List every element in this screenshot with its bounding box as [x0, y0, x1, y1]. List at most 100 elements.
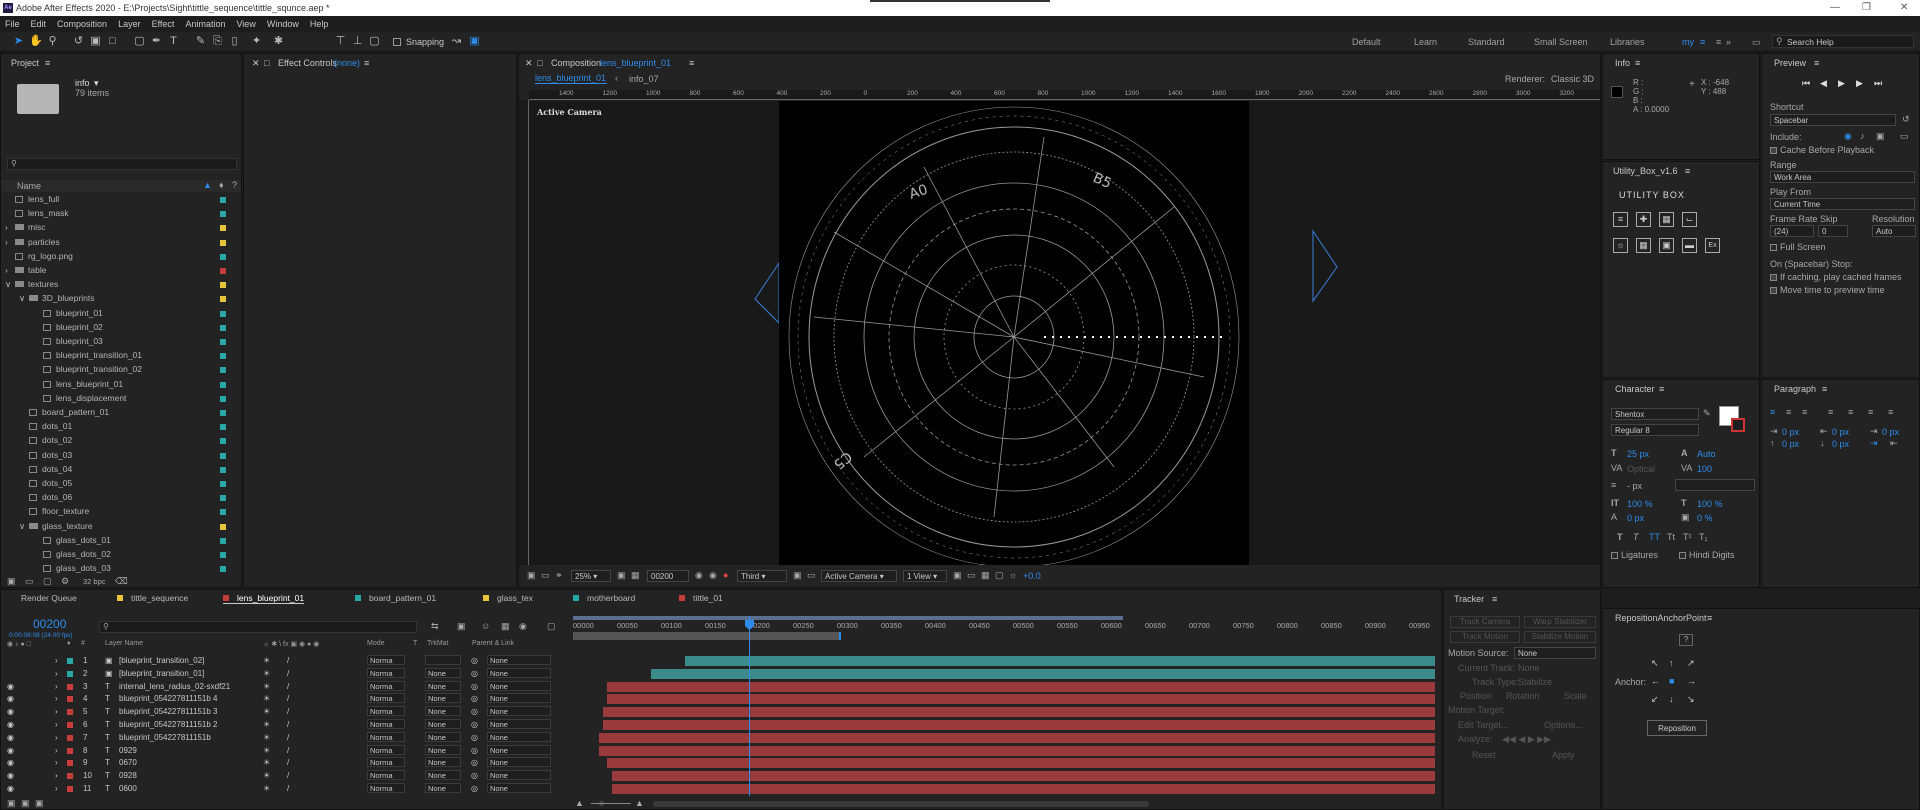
- hand-tool-icon[interactable]: ✋: [29, 35, 43, 48]
- eye-icon[interactable]: ◉: [7, 682, 14, 691]
- project-item[interactable]: dots_02: [1, 434, 241, 448]
- layer-row[interactable]: ◉ › 8 T 0929 ☀ / Norma None ◎ None: [1, 744, 561, 757]
- eye-icon[interactable]: ◉: [7, 758, 14, 767]
- mode-dropdown[interactable]: Norma: [367, 680, 405, 691]
- brush-tool-icon[interactable]: ✎: [194, 35, 207, 48]
- workspace-libraries[interactable]: Libraries: [1610, 37, 1645, 47]
- effect-controls-close-icon[interactable]: ✕: [252, 58, 260, 69]
- timeline-tab[interactable]: motherboard: [573, 593, 635, 603]
- space-after-value[interactable]: 0 px: [1832, 439, 1849, 449]
- include-video-icon[interactable]: ◉: [1844, 131, 1852, 142]
- menu-view[interactable]: View: [231, 16, 261, 29]
- small-caps-icon[interactable]: Tt: [1667, 532, 1675, 542]
- motion-blur-tl-icon[interactable]: ◉: [519, 621, 527, 632]
- display-icon[interactable]: ▭: [541, 570, 550, 581]
- parent-pickwhip-icon[interactable]: ◎: [471, 758, 478, 767]
- trkmat-dropdown[interactable]: None: [425, 744, 461, 755]
- mode-dropdown[interactable]: Norma: [367, 744, 405, 755]
- layer-duration-bar[interactable]: [607, 681, 1435, 692]
- selection-tool-icon[interactable]: ➤: [12, 35, 25, 48]
- reposition-button[interactable]: Reposition: [1647, 720, 1707, 736]
- timeline-tab[interactable]: lens_blueprint_01: [223, 593, 305, 604]
- hindi-checkbox[interactable]: Hindi Digits: [1679, 550, 1735, 560]
- anchor-nw-icon[interactable]: ↖: [1651, 658, 1659, 669]
- indent-right-value[interactable]: 0 px: [1832, 427, 1849, 437]
- analyze-controls-icons[interactable]: ◀◀ ◀ ▶ ▶▶: [1502, 734, 1551, 745]
- preview-menu-icon[interactable]: ≡: [1814, 58, 1819, 68]
- text-layer-icon[interactable]: T: [105, 758, 110, 767]
- menu-animation[interactable]: Animation: [180, 16, 231, 29]
- project-item[interactable]: blueprint_transition_02: [1, 363, 241, 377]
- parent-pickwhip-icon[interactable]: ◎: [471, 682, 478, 691]
- axis-local-icon[interactable]: ⊤: [334, 35, 347, 48]
- warp-stabilizer-button[interactable]: Warp Stabilizer: [1524, 616, 1596, 628]
- parent-pickwhip-icon[interactable]: ◎: [471, 771, 478, 780]
- axis-view-icon[interactable]: ▢: [368, 35, 381, 48]
- baseline-value[interactable]: 0 px: [1627, 513, 1644, 523]
- timeline-scrollbar[interactable]: [653, 801, 1149, 807]
- trkmat-dropdown[interactable]: None: [425, 706, 461, 717]
- menu-window[interactable]: Window: [262, 16, 305, 29]
- label-color-swatch[interactable]: [220, 523, 226, 530]
- project-search-field[interactable]: ⚲: [7, 158, 237, 170]
- align-icon[interactable]: ≡: [1613, 212, 1628, 227]
- expand-layer-icon[interactable]: ›: [55, 758, 58, 767]
- vscale-value[interactable]: 100 %: [1627, 499, 1653, 509]
- layer-duration-bar[interactable]: [611, 784, 1435, 794]
- project-item[interactable]: board_pattern_01: [1, 406, 241, 420]
- tsume-value[interactable]: 0 %: [1697, 513, 1713, 523]
- last-frame-icon[interactable]: ⏭: [1874, 78, 1882, 89]
- parent-dropdown[interactable]: None: [487, 731, 551, 742]
- footage-layer-icon[interactable]: ▣: [105, 656, 113, 665]
- shy-switch-icon[interactable]: ☀: [263, 771, 270, 780]
- anchor-sw-icon[interactable]: ↙: [1651, 694, 1659, 705]
- view-dropdown[interactable]: Active Camera ▾: [821, 570, 897, 582]
- quality-switch-icon[interactable]: /: [287, 682, 289, 691]
- minimize-icon[interactable]: —: [1830, 2, 1840, 13]
- effect-controls-target[interactable]: (none): [334, 58, 360, 68]
- eye-icon[interactable]: ◉: [7, 771, 14, 780]
- project-item[interactable]: lens_displacement: [1, 392, 241, 406]
- justify-all-icon[interactable]: ≡: [1888, 407, 1893, 417]
- subtab-arrow-icon[interactable]: ‹: [615, 73, 618, 83]
- anchor-icon[interactable]: ✚: [1636, 212, 1651, 227]
- graph-editor-icon[interactable]: ▢: [547, 621, 556, 632]
- paragraph-tab[interactable]: Paragraph: [1774, 384, 1816, 394]
- font-size-value[interactable]: 25 px: [1627, 449, 1649, 459]
- label-color-swatch[interactable]: [220, 509, 226, 516]
- sort-icon[interactable]: ▲: [203, 180, 212, 190]
- reposition-help-button[interactable]: ?: [1679, 634, 1693, 646]
- expand-layer-icon[interactable]: ›: [55, 733, 58, 742]
- parent-pickwhip-icon[interactable]: ◎: [471, 746, 478, 755]
- project-item[interactable]: › table: [1, 264, 241, 278]
- text-layer-icon[interactable]: T: [105, 746, 110, 755]
- parent-dropdown[interactable]: None: [487, 655, 551, 665]
- shy-switch-icon[interactable]: ☀: [263, 669, 270, 678]
- label-color-swatch[interactable]: [220, 268, 226, 274]
- label-color-swatch[interactable]: [220, 537, 226, 544]
- move-time-checkbox[interactable]: Move time to preview time: [1770, 285, 1885, 295]
- parent-dropdown[interactable]: None: [487, 783, 551, 793]
- comp-menu-icon[interactable]: ≡: [689, 58, 694, 68]
- font-style-dropdown[interactable]: Regular 8: [1611, 424, 1699, 436]
- leading-value[interactable]: Auto: [1697, 449, 1716, 459]
- hscale-value[interactable]: 100 %: [1697, 499, 1723, 509]
- comp-name[interactable]: lens_blueprint_01: [600, 58, 671, 68]
- menu-layer[interactable]: Layer: [113, 16, 147, 29]
- anchor-w-icon[interactable]: ←: [1651, 676, 1660, 686]
- shortcut-dropdown[interactable]: Spacebar: [1770, 114, 1896, 126]
- anchor-center-icon[interactable]: ■: [1669, 676, 1674, 686]
- axis-world-icon[interactable]: ⊥: [351, 35, 364, 48]
- parent-dropdown[interactable]: None: [487, 757, 551, 768]
- include-audio-icon[interactable]: ♪: [1860, 131, 1865, 141]
- timeline-tab[interactable]: tittle_01: [679, 593, 723, 603]
- label-color-swatch[interactable]: [220, 353, 226, 360]
- footage-layer-icon[interactable]: ▣: [105, 669, 113, 678]
- label-color-swatch[interactable]: [220, 481, 226, 487]
- parent-pickwhip-icon[interactable]: ◎: [471, 694, 478, 703]
- roto-tool-icon[interactable]: ✦: [250, 35, 263, 48]
- interpret-footage-icon[interactable]: ▣: [7, 576, 16, 587]
- stroke-color-swatch[interactable]: [1731, 418, 1745, 432]
- cache-checkbox[interactable]: Cache Before Playback: [1770, 145, 1874, 155]
- layer-row[interactable]: ◉ › 3 Tinternal_lens_radius_02-sxdf21 ☀ / Norm…: [1, 680, 561, 693]
